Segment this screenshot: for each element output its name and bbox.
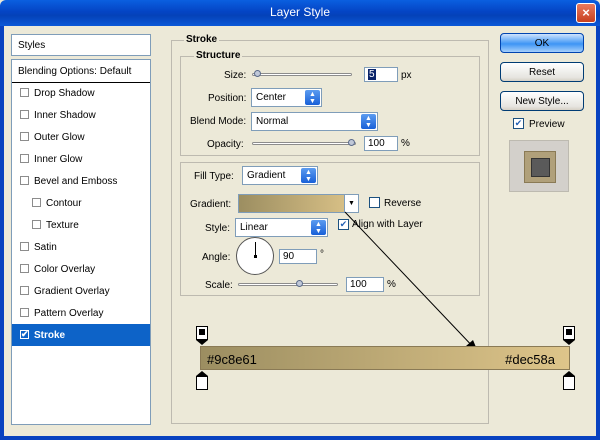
color-stop-right[interactable]	[563, 376, 575, 390]
color-stop-left[interactable]	[196, 376, 208, 390]
opacity-stop-left[interactable]	[196, 326, 208, 340]
new-style-button[interactable]: New Style...	[500, 91, 584, 111]
reset-button[interactable]: Reset	[500, 62, 584, 82]
ok-button[interactable]: OK	[500, 33, 584, 53]
preview-checkbox[interactable]: ✔	[513, 118, 524, 129]
checkmark-icon: ✔	[514, 118, 523, 128]
preview-swatch	[524, 151, 556, 183]
gradient-bar[interactable]: #9c8e61 #dec58a	[200, 346, 570, 370]
opacity-stop-right-pointer	[563, 340, 575, 345]
start-color-label: #9c8e61	[207, 352, 257, 367]
style-preview	[509, 140, 569, 192]
end-color-label: #dec58a	[505, 352, 555, 367]
preview-label: Preview	[529, 119, 565, 130]
opacity-stop-right[interactable]	[563, 326, 575, 340]
opacity-stop-left-pointer	[196, 340, 208, 345]
